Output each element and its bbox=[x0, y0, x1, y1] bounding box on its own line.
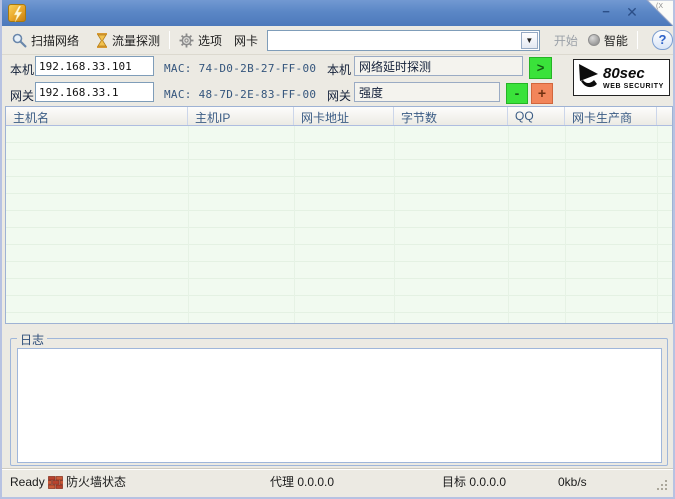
column-header-host-ip[interactable]: 主机IP bbox=[188, 107, 294, 125]
probe-local-label: 本机 bbox=[327, 61, 351, 78]
smart-label: 智能 bbox=[604, 32, 628, 49]
column-header-vendor[interactable]: 网卡生产商 bbox=[565, 107, 657, 125]
magnifier-icon bbox=[12, 33, 27, 48]
table-header: 主机名 主机IP 网卡地址 字节数 QQ 网卡生产商 bbox=[6, 107, 672, 126]
help-button[interactable]: ? bbox=[652, 30, 673, 50]
local-host-label: 本机 bbox=[10, 61, 34, 78]
logo-name: 80sec bbox=[603, 66, 664, 81]
log-label: 日志 bbox=[17, 331, 47, 348]
options-button[interactable]: 选项 bbox=[176, 30, 225, 51]
minimize-button[interactable]: − bbox=[595, 3, 617, 21]
speed-status-text: 0kb/s bbox=[558, 469, 587, 495]
column-header-hostname[interactable]: 主机名 bbox=[6, 107, 188, 125]
options-label: 选项 bbox=[198, 32, 222, 49]
column-header-mac[interactable]: 网卡地址 bbox=[294, 107, 394, 125]
gateway-mac-text: MAC: 48-7D-2E-83-FF-00 bbox=[164, 88, 316, 101]
app-window: − ✕ (X 扫描网络 流量探测 bbox=[0, 0, 675, 499]
log-groupbox: 日志 bbox=[10, 338, 668, 466]
nic-combobox[interactable]: ▼ bbox=[267, 30, 540, 51]
toolbar-separator bbox=[169, 31, 170, 49]
firewall-status-label: 防火墙状态 bbox=[66, 469, 126, 495]
table-body[interactable] bbox=[6, 126, 672, 323]
increase-button[interactable]: + bbox=[531, 83, 553, 104]
close-button[interactable]: ✕ bbox=[621, 3, 643, 21]
hourglass-icon bbox=[96, 33, 108, 48]
firewall-icon bbox=[48, 476, 63, 489]
scan-network-label: 扫描网络 bbox=[31, 32, 79, 49]
local-mac-text: MAC: 74-D0-2B-27-FF-00 bbox=[164, 62, 316, 75]
toolbar: 扫描网络 流量探测 选项 网卡 bbox=[2, 26, 673, 55]
titlebar: − ✕ (X bbox=[0, 0, 675, 26]
target-status-text: 目标 0.0.0.0 bbox=[442, 469, 506, 495]
gateway-ip-input[interactable] bbox=[35, 82, 154, 102]
probe-mode-field[interactable] bbox=[354, 56, 523, 76]
scan-network-button[interactable]: 扫描网络 bbox=[9, 30, 82, 51]
resize-grip[interactable] bbox=[656, 479, 668, 491]
80sec-logo-icon bbox=[578, 64, 600, 91]
column-header-bytes[interactable]: 字节数 bbox=[394, 107, 508, 125]
run-probe-button[interactable]: > bbox=[529, 57, 552, 79]
80sec-logo: 80sec WEB SECURITY bbox=[573, 59, 670, 96]
logo-tagline: WEB SECURITY bbox=[603, 83, 664, 90]
strength-field[interactable] bbox=[354, 82, 500, 102]
column-header-filler bbox=[657, 107, 672, 125]
table-grid-line bbox=[294, 126, 295, 323]
smart-icon bbox=[588, 34, 600, 46]
start-button[interactable]: 开始 bbox=[554, 32, 578, 49]
lightning-icon bbox=[11, 6, 25, 22]
gateway-label: 网关 bbox=[10, 87, 34, 104]
traffic-probe-button[interactable]: 流量探测 bbox=[93, 30, 163, 51]
decrease-button[interactable]: - bbox=[506, 83, 528, 104]
table-grid-line bbox=[565, 126, 566, 323]
combobox-arrow-icon[interactable]: ▼ bbox=[521, 32, 538, 49]
traffic-probe-label: 流量探测 bbox=[112, 32, 160, 49]
corner-note-text: (X bbox=[656, 3, 663, 10]
local-ip-input[interactable] bbox=[35, 56, 154, 76]
statusbar: Ready 防火墙状态 代理 0.0.0.0 目标 0.0.0.0 0kb/s bbox=[2, 468, 673, 497]
nic-label: 网卡 bbox=[234, 32, 258, 49]
status-ready-text: Ready bbox=[10, 469, 45, 495]
smart-button[interactable]: 智能 bbox=[585, 30, 631, 51]
table-grid-line bbox=[657, 126, 658, 323]
log-textbox[interactable] bbox=[17, 348, 662, 463]
table-grid-line bbox=[508, 126, 509, 323]
table-grid-line bbox=[394, 126, 395, 323]
table-grid-line bbox=[188, 126, 189, 323]
toolbar-separator-2 bbox=[637, 31, 638, 49]
host-table: 主机名 主机IP 网卡地址 字节数 QQ 网卡生产商 bbox=[5, 106, 673, 324]
gear-icon bbox=[179, 33, 194, 48]
column-header-qq[interactable]: QQ bbox=[508, 107, 565, 125]
probe-gateway-label: 网关 bbox=[327, 87, 351, 104]
app-icon bbox=[8, 4, 26, 22]
proxy-status-text: 代理 0.0.0.0 bbox=[270, 469, 334, 495]
